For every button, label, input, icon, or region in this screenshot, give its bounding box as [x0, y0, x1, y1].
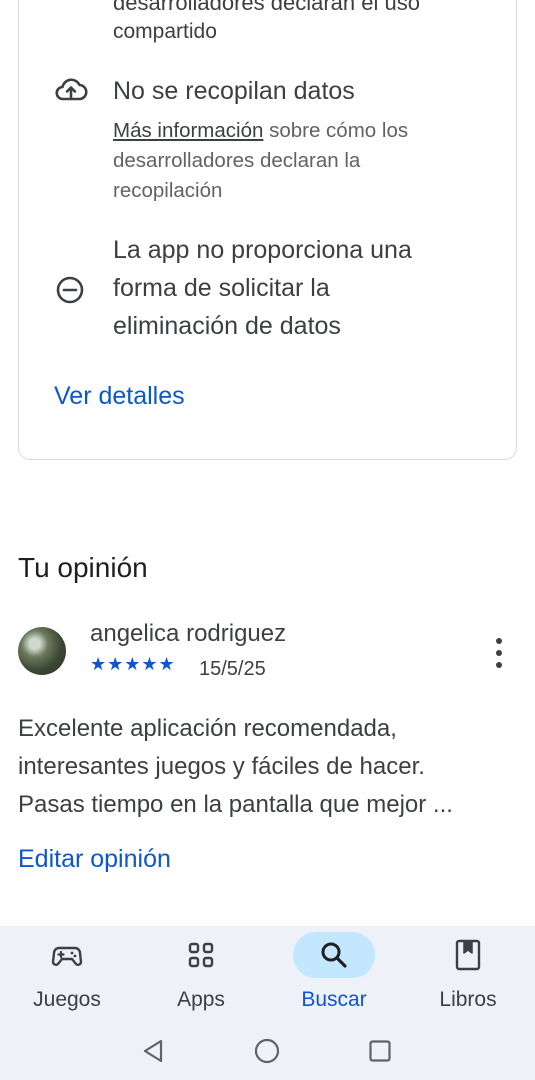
review-line-1: Excelente aplicación recomendada, — [18, 715, 397, 742]
recents-icon[interactable] — [365, 1036, 395, 1066]
cloud-upload-icon — [53, 72, 89, 108]
home-icon[interactable] — [252, 1036, 282, 1066]
apps-grid-icon — [188, 942, 214, 968]
nav-search[interactable]: Buscar — [267, 926, 401, 1026]
nav-games-label: Juegos — [33, 988, 101, 1011]
no-data-collected-subtitle: Más información sobre cómo los desarroll… — [113, 116, 493, 206]
more-vert-dot-icon — [496, 638, 502, 644]
deletion-line-1: La app no proporciona una — [113, 236, 412, 264]
no-data-collected-title: No se recopilan datos — [113, 77, 355, 105]
deletion-line-3: eliminación de datos — [113, 312, 341, 340]
deletion-line-2: forma de solicitar la — [113, 274, 330, 302]
cut-off-text: desarrolladores declaran el uso — [113, 0, 420, 15]
nav-search-label: Buscar — [301, 988, 367, 1011]
more-vert-dot-icon — [496, 662, 502, 668]
bookmark-book-icon — [455, 939, 481, 971]
bottom-navigation: Juegos Apps Buscar Libros — [0, 926, 535, 1080]
back-icon[interactable] — [138, 1036, 168, 1066]
review-line-3: Pasas tiempo en la pantalla que mejor ..… — [18, 791, 453, 818]
avatar — [18, 627, 66, 675]
review-date: 15/5/25 — [199, 658, 266, 680]
search-icon — [321, 942, 347, 968]
subtitle-text-3: recopilación — [113, 179, 223, 202]
minus-circle-icon — [53, 272, 89, 308]
subtitle-text-2: desarrolladores declaran la — [113, 149, 361, 172]
system-navigation-bar — [0, 1028, 535, 1072]
more-options-button[interactable] — [486, 636, 512, 670]
reviewer-name: angelica rodriguez — [90, 620, 287, 647]
nav-books[interactable]: Libros — [401, 926, 535, 1026]
review-text: Excelente aplicación recomendada, intere… — [18, 710, 523, 824]
nav-games[interactable]: Juegos — [0, 926, 134, 1026]
your-review-heading: Tu opinión — [18, 552, 148, 583]
gamepad-icon — [51, 946, 83, 966]
shared-data-text: compartido — [113, 20, 217, 43]
nav-apps-label: Apps — [177, 988, 225, 1011]
subtitle-text-1: sobre cómo los — [263, 119, 409, 142]
more-vert-dot-icon — [496, 650, 502, 656]
star-rating: ★★★★★ — [90, 654, 176, 674]
nav-apps[interactable]: Apps — [134, 926, 268, 1026]
see-details-link[interactable]: Ver detalles — [54, 382, 185, 411]
deletion-text: La app no proporciona una forma de solic… — [113, 231, 412, 345]
nav-books-label: Libros — [439, 988, 497, 1011]
more-info-link[interactable]: Más información — [113, 119, 263, 142]
edit-review-link[interactable]: Editar opinión — [18, 845, 171, 874]
review-line-2: interesantes juegos y fáciles de hacer. — [18, 753, 425, 780]
